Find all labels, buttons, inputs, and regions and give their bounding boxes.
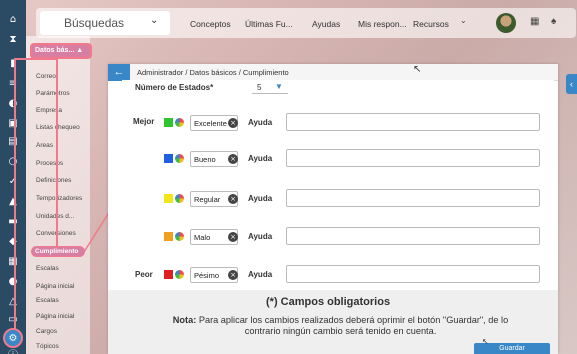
color-swatch[interactable] xyxy=(164,232,173,241)
calendar-icon[interactable]: ▦ xyxy=(530,16,539,27)
search-label: Búsquedas xyxy=(64,16,125,30)
form-area xyxy=(122,80,554,290)
help-input[interactable] xyxy=(286,227,540,245)
nav-mis-responsabilidades[interactable]: Mis respon... xyxy=(358,19,407,29)
sidebar-item-empresa[interactable]: Empresa xyxy=(36,107,88,114)
info-icon[interactable]: ⓘ xyxy=(6,346,20,354)
color-picker-icon[interactable] xyxy=(175,118,184,127)
nav-recursos[interactable]: Recursos xyxy=(413,19,449,29)
sidebar-item-escalas-2[interactable]: Escalas xyxy=(36,297,88,304)
help-input[interactable] xyxy=(286,265,540,283)
mouse-cursor-icon: ↖ xyxy=(482,337,489,346)
sidebar-item-cargos[interactable]: Cargos xyxy=(36,328,88,335)
sidebar-item-areas[interactable]: Áreas xyxy=(36,142,88,149)
clear-icon[interactable]: × xyxy=(228,194,238,204)
color-picker-icon[interactable] xyxy=(175,270,184,279)
sidebar-item-cumplimiento[interactable]: Cumplimiento xyxy=(31,246,85,257)
clear-icon[interactable]: × xyxy=(228,270,238,280)
help-label: Ayuda xyxy=(248,154,273,163)
color-picker-icon[interactable] xyxy=(175,194,184,203)
sidebar-item-procesos[interactable]: Procesos xyxy=(36,160,88,167)
mouse-cursor-icon: ↖ xyxy=(413,64,422,75)
clear-icon[interactable]: × xyxy=(228,232,238,242)
help-label: Ayuda xyxy=(248,194,273,203)
sidebar-item-listas[interactable]: Listas chequeo xyxy=(36,124,88,131)
clear-icon[interactable]: × xyxy=(228,118,238,128)
warning-icon[interactable]: ▲ xyxy=(6,194,20,208)
annotation-line xyxy=(56,58,58,248)
nav-conceptos[interactable]: Conceptos xyxy=(190,19,231,29)
folder-icon[interactable]: ▬ xyxy=(6,214,20,228)
help-label: Ayuda xyxy=(248,232,273,241)
color-swatch[interactable] xyxy=(164,118,173,127)
best-label: Mejor xyxy=(133,117,155,126)
box-icon[interactable]: ▦ xyxy=(6,254,20,268)
gauge-icon[interactable]: ◐ xyxy=(6,96,20,110)
save-note: Nota: Para aplicar los cambios realizado… xyxy=(138,315,543,337)
worst-label: Peor xyxy=(135,270,153,279)
note-text-2: contrario ningún cambio será tenido en c… xyxy=(244,326,437,336)
nav-ayudas[interactable]: Ayudas xyxy=(312,19,340,29)
sidebar-item-pagina-inicial-2[interactable]: Página inicial xyxy=(36,313,88,320)
help-input[interactable] xyxy=(286,149,540,167)
breadcrumb: Administrador / Datos básicos / Cumplimi… xyxy=(137,68,289,77)
nav-chevron-icon[interactable]: ⌄ xyxy=(460,16,467,25)
sidebar-item-escalas[interactable]: Escalas xyxy=(36,265,88,272)
help-label: Ayuda xyxy=(248,270,273,279)
color-swatch[interactable] xyxy=(164,270,173,279)
required-fields-note: (*) Campos obligatorios xyxy=(266,296,391,308)
file-icon[interactable]: ▭ xyxy=(6,312,20,326)
circle-icon[interactable]: ○ xyxy=(6,154,20,168)
document-icon[interactable]: ▤ xyxy=(6,134,20,148)
square-icon[interactable]: ▣ xyxy=(6,116,20,130)
annotation-line xyxy=(14,58,56,60)
triangle-icon[interactable]: △ xyxy=(6,294,20,308)
sidebar-header[interactable]: Datos bás... ▲ xyxy=(30,43,92,59)
clear-icon[interactable]: × xyxy=(228,154,238,164)
bell-icon[interactable]: ♠ xyxy=(551,16,556,27)
cart-icon[interactable]: ◆ xyxy=(6,234,20,248)
color-picker-icon[interactable] xyxy=(175,154,184,163)
nav-ultimas[interactable]: Últimas Fu... xyxy=(245,19,293,29)
color-swatch[interactable] xyxy=(164,194,173,203)
help-input[interactable] xyxy=(286,113,540,131)
annotation-line xyxy=(14,58,16,330)
chevron-down-icon[interactable]: ▼ xyxy=(275,82,283,91)
states-label: Número de Estados* xyxy=(135,83,214,92)
check-icon[interactable]: ✓ xyxy=(6,174,20,188)
note-label: Nota: xyxy=(172,315,197,325)
user-icon[interactable]: ● xyxy=(6,274,20,288)
back-button[interactable]: ← xyxy=(108,64,130,81)
sidebar-item-topicos[interactable]: Tópicos xyxy=(36,343,88,350)
right-panel-toggle[interactable]: ‹ xyxy=(566,74,577,94)
help-input[interactable] xyxy=(286,189,540,207)
note-text-1: Para aplicar los cambios realizados debe… xyxy=(196,315,509,325)
color-swatch[interactable] xyxy=(164,154,173,163)
sidebar-item-pagina-inicial[interactable]: Página inicial xyxy=(36,283,88,290)
list-icon[interactable]: ≡ xyxy=(6,76,20,90)
chevron-down-icon[interactable]: ⌄ xyxy=(150,15,158,26)
states-select[interactable]: 5 xyxy=(257,83,261,92)
avatar[interactable] xyxy=(496,13,516,33)
help-label: Ayuda xyxy=(248,118,273,127)
color-picker-icon[interactable] xyxy=(175,232,184,241)
hourglass-icon[interactable]: ⧗ xyxy=(6,32,20,46)
sidebar-item-correo[interactable]: Correo xyxy=(36,73,88,80)
sidebar-item-parametros[interactable]: Parámetros xyxy=(36,90,88,97)
select-underline xyxy=(252,93,288,94)
home-icon[interactable]: ⌂ xyxy=(6,12,20,26)
